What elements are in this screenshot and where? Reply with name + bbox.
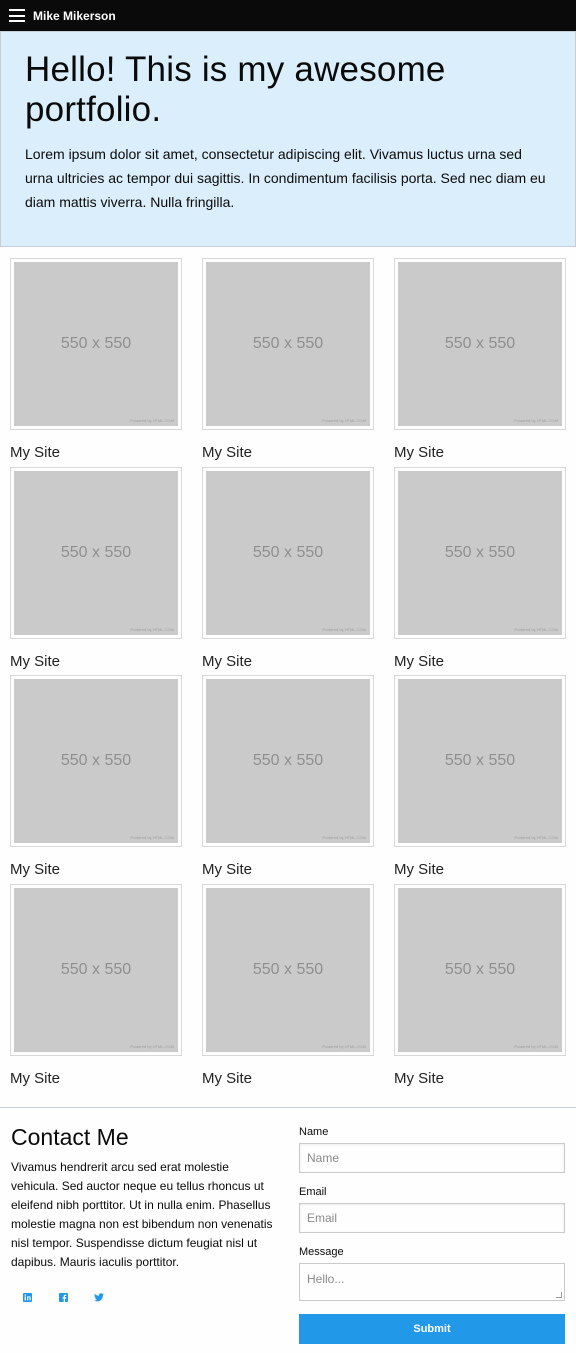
image-dimensions: 550 x 550	[444, 335, 516, 352]
portfolio-grid: 550 x 550 Powered by HTML.COM My Site 550 x…	[10, 258, 566, 1092]
portfolio-thumbnail[interactable]: 550 x 550 Powered by HTML.COM	[394, 675, 566, 847]
email-field[interactable]: Email	[299, 1203, 565, 1233]
portfolio-caption[interactable]: My Site	[202, 653, 374, 670]
placeholder-image: 550 x 550 Powered by HTML.COM	[14, 887, 178, 1052]
hero-title: Hello! This is my awesome portfolio.	[25, 50, 446, 129]
site-title[interactable]: Mike Mikerson	[33, 9, 116, 23]
portfolio-caption[interactable]: My Site	[202, 1070, 374, 1087]
image-dimensions: 550 x 550	[444, 752, 516, 769]
social-links	[11, 1292, 276, 1302]
top-bar: Mike Mikerson	[0, 0, 576, 31]
hamburger-icon[interactable]	[9, 9, 25, 22]
portfolio-caption[interactable]: My Site	[10, 861, 182, 878]
portfolio-thumbnail[interactable]: 550 x 550 Powered by HTML.COM	[394, 883, 566, 1056]
linkedin-icon[interactable]	[22, 1292, 32, 1302]
email-label: Email	[299, 1186, 327, 1198]
submit-button[interactable]: Submit	[299, 1314, 565, 1344]
placeholder-image: 550 x 550 Powered by HTML.COM	[206, 887, 370, 1052]
portfolio-card[interactable]: 550 x 550 Powered by HTML.COM My Site	[202, 258, 374, 467]
portfolio-thumbnail[interactable]: 550 x 550 Powered by HTML.COM	[10, 258, 182, 430]
contact-title: Contact Me	[11, 1124, 129, 1150]
portfolio-caption[interactable]: My Site	[10, 653, 182, 670]
section-divider	[0, 1107, 576, 1108]
image-credit: Powered by HTML.COM	[130, 1043, 174, 1049]
portfolio-thumbnail[interactable]: 550 x 550 Powered by HTML.COM	[202, 675, 374, 847]
portfolio-caption[interactable]: My Site	[394, 653, 566, 670]
facebook-icon[interactable]	[58, 1292, 68, 1302]
portfolio-card[interactable]: 550 x 550 Powered by HTML.COM My Site	[394, 466, 566, 676]
image-credit: Powered by HTML.COM	[322, 835, 366, 840]
portfolio-caption[interactable]: My Site	[394, 1070, 566, 1087]
placeholder-image: 550 x 550 Powered by HTML.COM	[398, 262, 562, 426]
portfolio-thumbnail[interactable]: 550 x 550 Powered by HTML.COM	[10, 466, 182, 639]
portfolio-thumbnail[interactable]: 550 x 550 Powered by HTML.COM	[394, 466, 566, 639]
image-credit: Powered by HTML.COM	[514, 835, 558, 840]
image-dimensions: 550 x 550	[252, 543, 324, 561]
placeholder-image: 550 x 550 Powered by HTML.COM	[14, 470, 178, 635]
image-credit: Powered by HTML.COM	[514, 418, 558, 423]
portfolio-caption[interactable]: My Site	[10, 1070, 182, 1087]
image-dimensions: 550 x 550	[60, 543, 132, 561]
placeholder-image: 550 x 550 Powered by HTML.COM	[206, 679, 370, 843]
portfolio-card[interactable]: 550 x 550 Powered by HTML.COM My Site	[202, 675, 374, 884]
image-credit: Powered by HTML.COM	[130, 418, 174, 423]
image-dimensions: 550 x 550	[444, 960, 516, 978]
portfolio-card[interactable]: 550 x 550 Powered by HTML.COM My Site	[202, 466, 374, 676]
portfolio-card[interactable]: 550 x 550 Powered by HTML.COM My Site	[394, 883, 566, 1093]
placeholder-image: 550 x 550 Powered by HTML.COM	[398, 470, 562, 635]
name-field[interactable]: Name	[299, 1143, 565, 1173]
placeholder-image: 550 x 550 Powered by HTML.COM	[398, 887, 562, 1052]
placeholder-image: 550 x 550 Powered by HTML.COM	[14, 679, 178, 843]
portfolio-thumbnail[interactable]: 550 x 550 Powered by HTML.COM	[202, 466, 374, 639]
portfolio-caption[interactable]: My Site	[202, 861, 374, 878]
portfolio-card[interactable]: 550 x 550 Powered by HTML.COM My Site	[10, 883, 182, 1093]
portfolio-caption[interactable]: My Site	[202, 444, 374, 461]
message-placeholder: Hello...	[307, 1272, 345, 1286]
image-credit: Powered by HTML.COM	[322, 1043, 366, 1049]
image-dimensions: 550 x 550	[60, 752, 132, 769]
image-dimensions: 550 x 550	[252, 752, 324, 769]
portfolio-thumbnail[interactable]: 550 x 550 Powered by HTML.COM	[202, 258, 374, 430]
portfolio-caption[interactable]: My Site	[394, 444, 566, 461]
hero-callout: Hello! This is my awesome portfolio. Lor…	[0, 31, 576, 247]
placeholder-image: 550 x 550 Powered by HTML.COM	[14, 262, 178, 426]
portfolio-caption[interactable]: My Site	[394, 861, 566, 878]
placeholder-image: 550 x 550 Powered by HTML.COM	[206, 470, 370, 635]
portfolio-caption[interactable]: My Site	[10, 444, 182, 461]
hero-text: Lorem ipsum dolor sit amet, consectetur …	[25, 146, 546, 210]
placeholder-image: 550 x 550 Powered by HTML.COM	[206, 262, 370, 426]
image-dimensions: 550 x 550	[252, 335, 324, 352]
resize-handle-icon[interactable]	[556, 1292, 562, 1298]
portfolio-thumbnail[interactable]: 550 x 550 Powered by HTML.COM	[10, 675, 182, 847]
image-credit: Powered by HTML.COM	[514, 1043, 558, 1049]
image-credit: Powered by HTML.COM	[322, 418, 366, 423]
image-dimensions: 550 x 550	[60, 335, 132, 352]
portfolio-card[interactable]: 550 x 550 Powered by HTML.COM My Site	[394, 675, 566, 884]
portfolio-card[interactable]: 550 x 550 Powered by HTML.COM My Site	[10, 258, 182, 467]
contact-form: Name Name Email Email Message Hello... S…	[299, 1124, 565, 1344]
image-credit: Powered by HTML.COM	[322, 626, 366, 632]
contact-text: Vivamus hendrerit arcu sed erat molestie…	[11, 1160, 273, 1269]
portfolio-thumbnail[interactable]: 550 x 550 Powered by HTML.COM	[394, 258, 566, 430]
portfolio-card[interactable]: 550 x 550 Powered by HTML.COM My Site	[10, 466, 182, 676]
image-credit: Powered by HTML.COM	[514, 626, 558, 632]
portfolio-card[interactable]: 550 x 550 Powered by HTML.COM My Site	[10, 675, 182, 884]
portfolio-thumbnail[interactable]: 550 x 550 Powered by HTML.COM	[10, 883, 182, 1056]
portfolio-card[interactable]: 550 x 550 Powered by HTML.COM My Site	[394, 258, 566, 467]
contact-section: Contact Me Vivamus hendrerit arcu sed er…	[11, 1124, 276, 1302]
image-credit: Powered by HTML.COM	[130, 835, 174, 840]
name-label: Name	[299, 1126, 329, 1138]
portfolio-card[interactable]: 550 x 550 Powered by HTML.COM My Site	[202, 883, 374, 1093]
twitter-icon[interactable]	[94, 1292, 104, 1302]
image-dimensions: 550 x 550	[60, 960, 132, 978]
image-dimensions: 550 x 550	[444, 543, 516, 561]
placeholder-image: 550 x 550 Powered by HTML.COM	[398, 679, 562, 843]
image-credit: Powered by HTML.COM	[130, 626, 174, 632]
message-label: Message	[299, 1246, 344, 1258]
image-dimensions: 550 x 550	[252, 960, 324, 978]
portfolio-thumbnail[interactable]: 550 x 550 Powered by HTML.COM	[202, 883, 374, 1056]
message-field[interactable]: Hello...	[299, 1263, 565, 1301]
